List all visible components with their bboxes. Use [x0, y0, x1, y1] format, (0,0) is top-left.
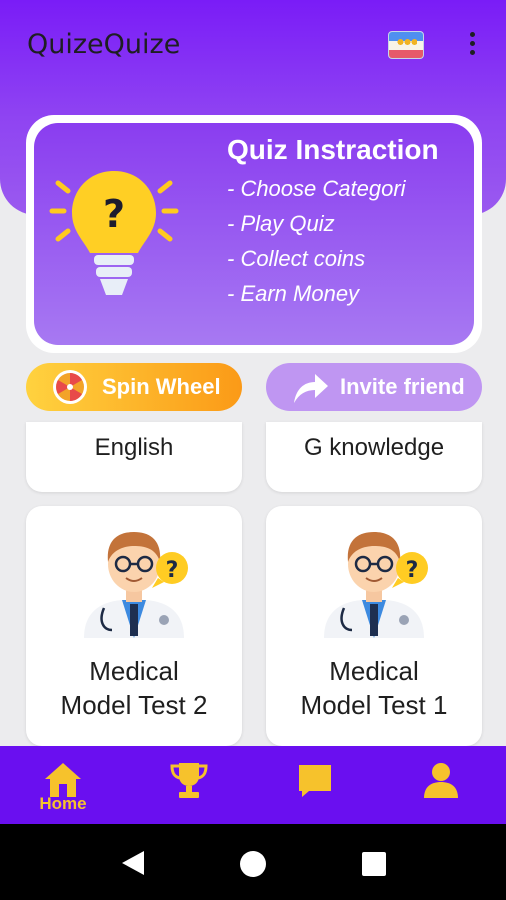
instruction-step: - Choose Categori: [227, 176, 406, 201]
instruction-step: - Collect coins: [227, 246, 366, 271]
instruction-steps: - Choose Categori - Play Quiz - Collect …: [227, 174, 406, 314]
category-label: English: [94, 434, 174, 461]
app-title: QuizeQuize: [27, 29, 181, 60]
back-icon[interactable]: [121, 850, 145, 876]
nav-home-label: Home: [39, 794, 87, 813]
svg-text:?: ?: [166, 558, 179, 583]
category-label: Medical Model Test 1: [300, 656, 448, 720]
svg-text:?: ?: [406, 558, 419, 583]
bottom-navigation: Home: [0, 746, 506, 824]
instruction-step: - Earn Money: [227, 281, 360, 306]
profile-icon: [424, 763, 458, 798]
category-card-medical-model-test-1[interactable]: ? Medical Model Test 1: [266, 506, 482, 746]
invite-friend-button[interactable]: Invite friend: [266, 363, 482, 411]
svg-text:?: ?: [103, 192, 125, 236]
invite-friend-label: Invite friend: [340, 374, 465, 399]
nav-profile[interactable]: [378, 746, 504, 824]
nav-home[interactable]: Home: [0, 746, 126, 824]
nav-leaderboard[interactable]: [126, 746, 252, 824]
category-label: G knowledge: [303, 434, 445, 461]
doctor-icon: ?: [324, 532, 428, 638]
nav-messages[interactable]: [252, 746, 378, 824]
overflow-menu-icon[interactable]: [465, 32, 479, 60]
spin-wheel-label: Spin Wheel: [102, 374, 221, 399]
spin-wheel-button[interactable]: Spin Wheel: [26, 363, 242, 411]
category-label: Medical Model Test 2: [60, 656, 208, 720]
chat-icon: [299, 765, 331, 797]
instruction-step: - Play Quiz: [227, 211, 335, 236]
category-card-english[interactable]: English: [26, 422, 242, 492]
lightbulb-icon: ?: [49, 171, 179, 295]
category-card-medical-model-test-2[interactable]: ? Medical Model Test 2: [26, 506, 242, 746]
language-flag-icon[interactable]: [388, 31, 424, 59]
banner-title: Quiz Instraction: [227, 134, 439, 165]
home-circle-icon[interactable]: [240, 851, 266, 877]
recent-apps-icon[interactable]: [362, 852, 386, 876]
spin-wheel-icon: [53, 370, 87, 404]
doctor-icon: ?: [84, 532, 188, 638]
category-card-g-knowledge[interactable]: G knowledge: [266, 422, 482, 492]
share-arrow-icon: [294, 374, 328, 403]
trophy-icon: [170, 763, 208, 798]
